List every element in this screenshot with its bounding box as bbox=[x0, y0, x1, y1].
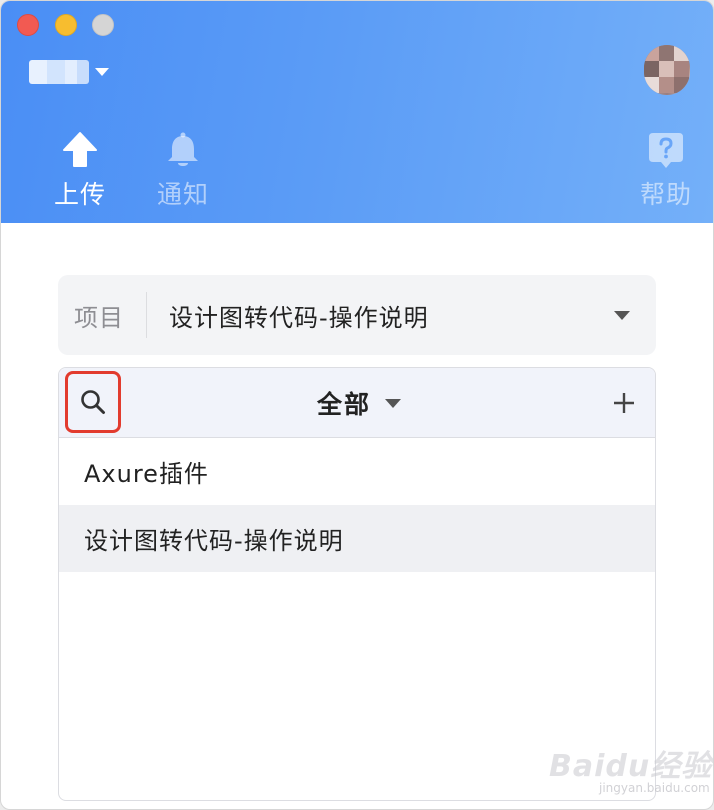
project-list: Axure插件 设计图转代码-操作说明 bbox=[59, 438, 655, 572]
avatar[interactable] bbox=[644, 45, 690, 95]
account-name-redacted bbox=[29, 60, 89, 84]
header-bar: 上传 通知 帮助 bbox=[1, 1, 713, 223]
list-item-label: Axure插件 bbox=[84, 460, 209, 488]
watermark: Baidu经验 bbox=[549, 749, 713, 784]
project-label: 项目 bbox=[74, 303, 124, 332]
filter-label: 全部 bbox=[316, 390, 371, 419]
window-minimize-button[interactable] bbox=[55, 14, 77, 36]
app-window: 上传 通知 帮助 项目 设计图转代码-操作说明 全部 Axure插件 设计图转代… bbox=[0, 0, 714, 810]
bell-icon bbox=[163, 131, 203, 169]
caret-down-icon bbox=[614, 310, 630, 320]
project-selector[interactable]: 项目 设计图转代码-操作说明 bbox=[58, 275, 656, 355]
list-item-label: 设计图转代码-操作说明 bbox=[84, 527, 344, 555]
search-icon bbox=[81, 390, 105, 414]
window-close-button[interactable] bbox=[17, 14, 39, 36]
list-item[interactable]: 设计图转代码-操作说明 bbox=[59, 505, 655, 572]
search-button[interactable] bbox=[65, 371, 121, 433]
list-item[interactable]: Axure插件 bbox=[59, 438, 655, 505]
caret-down-icon bbox=[95, 68, 109, 76]
arrow-up-icon bbox=[60, 131, 100, 169]
nav-upload-label: 上传 bbox=[53, 180, 106, 209]
caret-down-icon bbox=[385, 398, 401, 408]
window-maximize-button[interactable] bbox=[92, 14, 114, 36]
project-value: 设计图转代码-操作说明 bbox=[169, 303, 429, 332]
nav-notify[interactable]: 通知 bbox=[148, 131, 218, 211]
question-bubble-icon bbox=[646, 131, 686, 169]
nav-help-label: 帮助 bbox=[639, 180, 692, 209]
project-list-panel: 全部 Axure插件 设计图转代码-操作说明 bbox=[58, 367, 656, 801]
add-project-button[interactable] bbox=[607, 386, 641, 420]
project-divider bbox=[146, 292, 147, 338]
plus-icon bbox=[614, 393, 634, 413]
watermark-url: jingyan.baidu.com bbox=[599, 781, 710, 795]
filter-dropdown[interactable]: 全部 bbox=[317, 385, 401, 421]
panel-toolbar: 全部 bbox=[59, 368, 655, 438]
filter-area: 全部 bbox=[59, 368, 655, 438]
nav-notify-label: 通知 bbox=[156, 180, 209, 209]
nav-upload[interactable]: 上传 bbox=[45, 131, 115, 211]
account-switcher[interactable] bbox=[29, 59, 109, 85]
nav-help[interactable]: 帮助 bbox=[631, 131, 701, 211]
